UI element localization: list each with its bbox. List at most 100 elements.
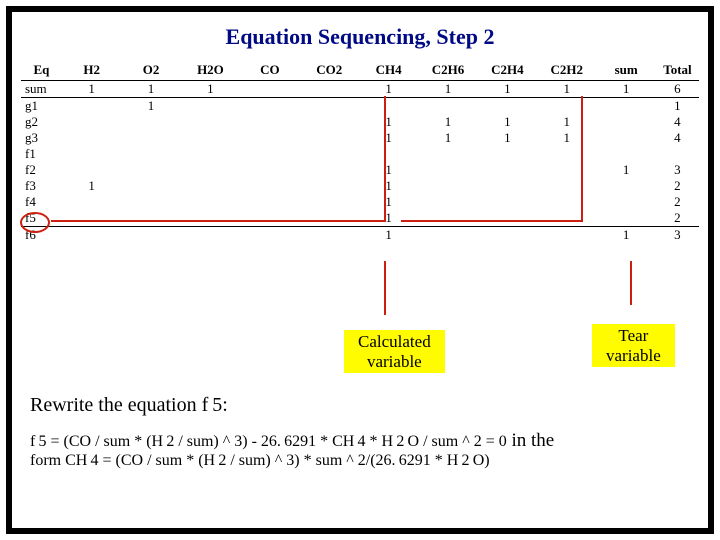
table-cell (181, 227, 240, 244)
table-cell: 1 (359, 227, 418, 244)
table-cell: 1 (596, 227, 655, 244)
table-cell: 1 (359, 130, 418, 146)
table-cell: f4 (21, 194, 62, 210)
h-ch4: CH4 (359, 60, 418, 81)
equation-line-2: form CH 4 = (CO / sum * (H 2 / sum) ^ 3)… (30, 452, 490, 470)
table-cell: 1 (359, 210, 418, 227)
table-cell (478, 98, 537, 115)
table-cell (181, 146, 240, 162)
table-cell (121, 194, 180, 210)
h-h2: H2 (62, 60, 121, 81)
arrow-stem-tear (630, 261, 632, 305)
table-cell: sum (21, 81, 62, 98)
table-cell (240, 98, 299, 115)
table-cell: 1 (478, 130, 537, 146)
table-cell (240, 178, 299, 194)
table-cell (478, 146, 537, 162)
table-cell (300, 162, 359, 178)
table-cell: 1 (537, 114, 596, 130)
h-h2o: H2O (181, 60, 240, 81)
table-cell: 1 (537, 130, 596, 146)
table-cell (121, 178, 180, 194)
table-row: f512 (21, 210, 699, 227)
table-cell: 1 (418, 130, 477, 146)
table-cell: 1 (478, 114, 537, 130)
table-cell (478, 227, 537, 244)
table-cell (596, 98, 655, 115)
table-cell: 1 (121, 81, 180, 98)
tear-l2: variable (606, 346, 661, 365)
table-cell (121, 162, 180, 178)
h-c2h2: C2H2 (537, 60, 596, 81)
table-cell: 2 (656, 210, 699, 227)
table-cell (418, 98, 477, 115)
table-cell (300, 194, 359, 210)
table-cell (240, 210, 299, 227)
table-cell (418, 227, 477, 244)
table-cell (240, 194, 299, 210)
table-cell: g3 (21, 130, 62, 146)
table-cell (478, 178, 537, 194)
arrow-stem-calc (384, 261, 386, 315)
table-cell (596, 194, 655, 210)
table-cell: 2 (656, 178, 699, 194)
table-cell: 2 (656, 194, 699, 210)
table-row: g111 (21, 98, 699, 115)
matrix-table: Eq H2 O2 H2O CO CO2 CH4 C2H6 C2H4 C2H2 s… (21, 60, 699, 243)
table-cell: 1 (62, 178, 121, 194)
h-o2: O2 (121, 60, 180, 81)
table-cell (300, 114, 359, 130)
table-cell (240, 162, 299, 178)
table-cell: 3 (656, 227, 699, 244)
table-cell (62, 98, 121, 115)
h-c2h6: C2H6 (418, 60, 477, 81)
table-row: f412 (21, 194, 699, 210)
table-row: f1 (21, 146, 699, 162)
table-cell: 1 (121, 98, 180, 115)
table-cell (596, 210, 655, 227)
table-cell (240, 130, 299, 146)
table-cell (181, 178, 240, 194)
table-cell: 1 (537, 81, 596, 98)
eq1a: f 5 = (CO / sum * (H 2 / sum) ^ 3) - 26.… (30, 433, 507, 450)
table-row: sum111111116 (21, 81, 699, 98)
table-cell: 1 (596, 81, 655, 98)
tear-label: Tear variable (592, 324, 675, 367)
table-cell (478, 162, 537, 178)
table-cell: 1 (596, 162, 655, 178)
table-cell (62, 227, 121, 244)
table-cell: 1 (478, 81, 537, 98)
red-line-left (51, 220, 384, 222)
h-eq: Eq (21, 60, 62, 81)
table-cell (240, 146, 299, 162)
equation-line-1: f 5 = (CO / sum * (H 2 / sum) ^ 3) - 26.… (30, 430, 554, 452)
table-row: f6113 (21, 227, 699, 244)
table-cell: 3 (656, 162, 699, 178)
table-cell (418, 210, 477, 227)
table-cell: 1 (359, 81, 418, 98)
h-total: Total (656, 60, 699, 81)
table-cell (537, 162, 596, 178)
table-cell (418, 162, 477, 178)
table-cell (240, 81, 299, 98)
h-co: CO (240, 60, 299, 81)
calculated-l1: Calculated (358, 332, 431, 351)
table-cell (300, 178, 359, 194)
table-cell (181, 114, 240, 130)
table-cell: 1 (359, 114, 418, 130)
h-sum: sum (596, 60, 655, 81)
table-cell (359, 146, 418, 162)
table-cell (300, 227, 359, 244)
table-cell (656, 146, 699, 162)
table-cell (300, 81, 359, 98)
tear-l1: Tear (618, 326, 648, 345)
table-cell (62, 210, 121, 227)
table-cell: 1 (359, 178, 418, 194)
table-cell (181, 162, 240, 178)
calculated-label: Calculated variable (344, 330, 445, 373)
table-cell (537, 98, 596, 115)
header-row: Eq H2 O2 H2O CO CO2 CH4 C2H6 C2H4 C2H2 s… (21, 60, 699, 81)
table-cell: 1 (62, 81, 121, 98)
table-cell (300, 130, 359, 146)
h-c2h4: C2H4 (478, 60, 537, 81)
